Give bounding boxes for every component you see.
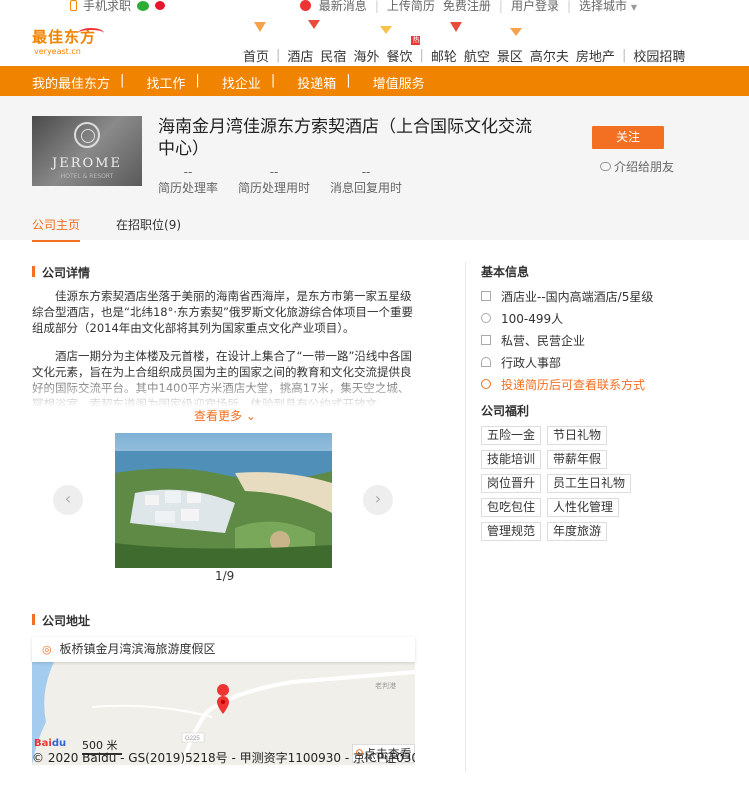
road-label: G225 — [185, 736, 200, 742]
gallery-prev-button[interactable]: ‹ — [53, 485, 83, 515]
recommend-to-friend-link[interactable]: 介绍给朋友 — [600, 158, 674, 175]
my-veryeast-link[interactable]: 我的最佳东方 — [32, 73, 110, 92]
select-city-dropdown[interactable]: 选择城市 ▼ — [579, 0, 637, 14]
user-login-link[interactable]: 用户登录 — [511, 0, 559, 14]
stat-processing-rate: -- 简历处理率 — [158, 165, 219, 195]
welfare-tag: 管理规范 — [481, 522, 542, 541]
address-bar: ◎ 板桥镇金月湾滨海旅游度假区 — [32, 637, 415, 662]
map-place-label: 老判港 — [375, 681, 396, 690]
flag-icon — [510, 28, 522, 36]
info-ownership: 私营、民营企业 — [481, 329, 653, 351]
site-logo[interactable]: 最佳东方 veryeast.cn — [32, 26, 104, 66]
gallery-next-button[interactable]: › — [363, 485, 393, 515]
welfare-tag: 包吃包住 — [481, 498, 542, 517]
resume-stats: -- 简历处理率 -- 简历处理用时 -- 消息回复用时 — [158, 166, 422, 196]
outbox-link[interactable]: 投递箱 — [297, 73, 336, 92]
nav-homestay[interactable]: 民宿 — [320, 46, 346, 65]
address-text: 板桥镇金月湾滨海旅游度假区 — [59, 642, 216, 656]
notification-icon — [299, 0, 311, 11]
upload-resume-link[interactable]: 上传简历 — [387, 0, 435, 14]
welfare-tag: 人性化管理 — [547, 498, 620, 517]
nav-campus[interactable]: 校园招聘 — [633, 46, 685, 65]
mobile-job-link[interactable]: 手机求职 — [83, 0, 131, 14]
welfare-tag: 岗位晋升 — [481, 474, 542, 493]
info-industry: 酒店业--国内高端酒店/5星级 — [481, 285, 653, 307]
welfare-tag: 员工生日礼物 — [547, 474, 632, 493]
nav-aviation[interactable]: 航空 — [464, 46, 490, 65]
site-header: 最佳东方 veryeast.cn 首页 | 酒店 民宿 海外 餐饮热 | 邮轮 … — [0, 14, 749, 66]
welfare-tag: 带薪年假 — [547, 450, 608, 469]
nav-scenic[interactable]: 景区 — [497, 46, 523, 65]
info-department: 行政人事部 — [481, 351, 653, 373]
see-more-link[interactable]: 查看更多 ⌄ — [194, 407, 256, 424]
basic-info-title: 基本信息 — [481, 265, 530, 279]
welfare-tag: 五险一金 — [481, 426, 542, 445]
company-details-title: 公司详情 — [32, 264, 90, 281]
chat-icon — [600, 162, 611, 171]
welfare-tags: 五险一金 节日礼物 技能培训 带薪年假 岗位晋升 员工生日礼物 包吃包住 人性化… — [481, 426, 661, 546]
nav-golf[interactable]: 高尔夫 — [530, 46, 569, 65]
company-header: JEROME HOTEL & RESORT 海南金月湾佳源东方索契酒店（上合国际… — [0, 96, 749, 242]
gallery-counter: 1/9 — [215, 569, 235, 583]
stat-reply-time: -- 消息回复用时 — [330, 165, 403, 195]
header-decoration — [250, 20, 550, 44]
user-nav-bar: 我的最佳东方 | 找工作 | 找企业 | 投递箱 | 增值服务 — [0, 66, 749, 96]
nav-catering[interactable]: 餐饮热 — [386, 36, 421, 65]
follow-button[interactable]: 关注 — [592, 126, 664, 149]
weibo-icon[interactable] — [155, 1, 166, 10]
company-address-title: 公司地址 — [32, 612, 90, 629]
info-contact-link[interactable]: 投递简历后可查看联系方式 — [481, 373, 653, 395]
nav-cruise[interactable]: 邮轮 — [431, 46, 457, 65]
tab-open-positions[interactable]: 在招职位(9) — [116, 216, 181, 242]
flag-icon — [308, 20, 320, 29]
flag-icon — [380, 26, 392, 34]
stat-processing-time: -- 简历处理用时 — [238, 165, 311, 195]
top-utility-bar: 手机求职 最新消息 | 上传简历 免费注册 | 用户登录 | 选择城市 ▼ — [0, 0, 749, 14]
nav-home[interactable]: 首页 — [243, 46, 269, 65]
latest-message-link[interactable]: 最新消息 — [319, 0, 367, 14]
phone-icon — [481, 379, 491, 389]
flower-emblem-icon — [74, 122, 100, 148]
caret-down-icon: ▼ — [630, 3, 637, 12]
nav-hotel[interactable]: 酒店 — [287, 46, 313, 65]
info-size: 100-499人 — [481, 307, 653, 329]
find-job-link[interactable]: 找工作 — [146, 73, 185, 92]
flag-icon — [450, 22, 462, 32]
free-register-link[interactable]: 免费注册 — [443, 0, 491, 14]
basic-info-list: 酒店业--国内高端酒店/5星级 100-499人 私营、民营企业 行政人事部 投… — [481, 285, 653, 395]
welfare-tag: 年度旅游 — [547, 522, 608, 541]
value-added-link[interactable]: 增值服务 — [373, 73, 425, 92]
company-logo: JEROME HOTEL & RESORT — [32, 116, 142, 186]
mobile-phone-icon — [70, 0, 77, 11]
nav-realestate[interactable]: 房地产 — [576, 46, 615, 65]
tab-company-home[interactable]: 公司主页 — [32, 216, 81, 242]
chevron-down-icon: ⌄ — [245, 409, 256, 423]
hot-badge: 热 — [411, 36, 421, 45]
gallery-image[interactable] — [115, 433, 332, 568]
flag-icon — [254, 22, 266, 32]
company-name: 海南金月湾佳源东方索契酒店（上合国际文化交流中心） — [158, 117, 532, 159]
resort-aerial-photo — [115, 433, 332, 568]
map-copyright: © 2020 Baidu - GS(2019)5218号 - 甲测资字11009… — [32, 751, 415, 765]
people-icon — [481, 313, 491, 323]
baidu-logo: Baidu — [34, 738, 67, 749]
wechat-icon[interactable] — [137, 0, 150, 11]
person-icon — [481, 357, 491, 367]
location-pin-icon: ◎ — [42, 643, 52, 656]
company-tabs: 公司主页 在招职位(9) — [32, 216, 217, 242]
logo-swoosh-icon — [78, 28, 104, 38]
welfare-tag: 技能培训 — [481, 450, 542, 469]
find-company-link[interactable]: 找企业 — [222, 73, 261, 92]
industry-icon — [481, 291, 491, 301]
welfare-title: 公司福利 — [481, 404, 530, 418]
welfare-tag: 节日礼物 — [547, 426, 608, 445]
building-icon — [481, 335, 491, 345]
nav-overseas[interactable]: 海外 — [353, 46, 379, 65]
main-nav: 首页 | 酒店 民宿 海外 餐饮热 | 邮轮 航空 景区 高尔夫 房地产 | 校… — [243, 36, 686, 65]
